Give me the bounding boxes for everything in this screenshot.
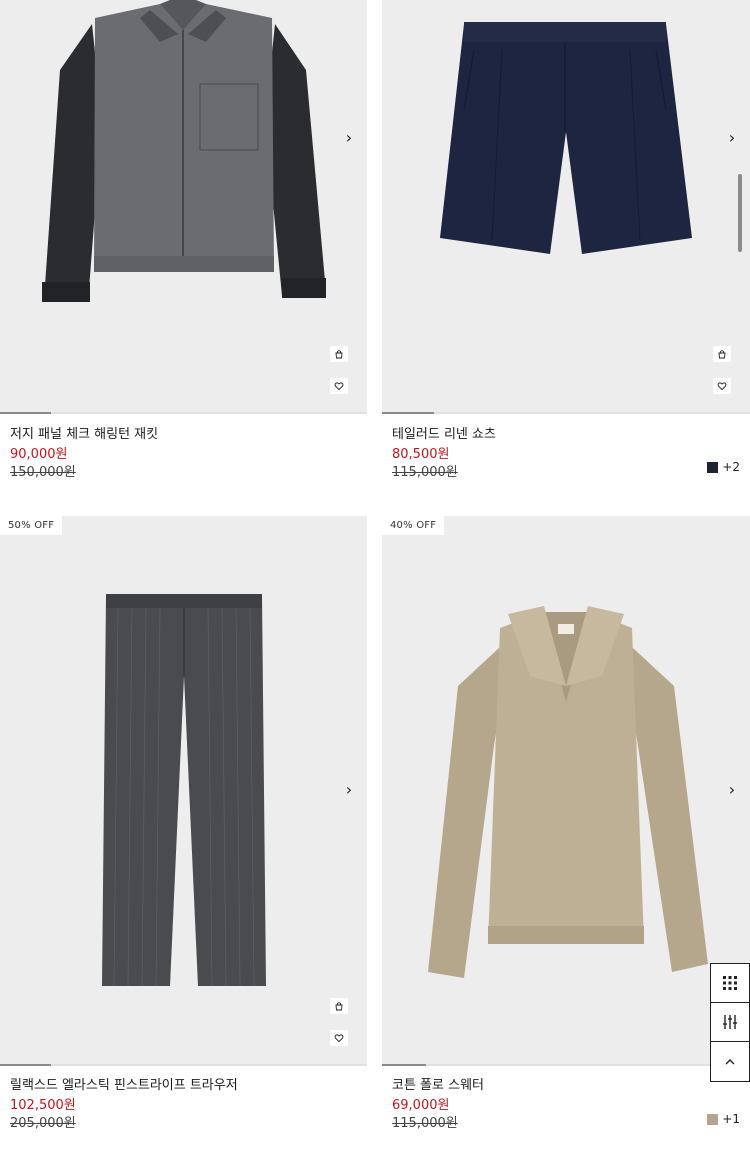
heart-icon: [334, 1034, 344, 1043]
product-image[interactable]: 40% OFF ›: [382, 516, 750, 1066]
filter-sliders-icon: [723, 1015, 737, 1029]
next-image-button[interactable]: ›: [341, 130, 357, 146]
image-progress-track: [382, 1064, 750, 1066]
sale-price: 102,500원: [10, 1098, 76, 1113]
jacket-image: [42, 0, 326, 302]
product-name[interactable]: 코튼 폴로 스웨터: [392, 1078, 484, 1094]
color-swatch[interactable]: [707, 461, 719, 473]
filter-button[interactable]: [711, 1003, 749, 1042]
product-image[interactable]: ›: [0, 0, 367, 414]
color-swatch[interactable]: [707, 1113, 719, 1125]
discount-badge: 50% OFF: [0, 516, 63, 535]
product-card[interactable]: › 저지 패널 체크 해링턴 재킷 90,000원 150,000원: [0, 0, 367, 490]
product-name[interactable]: 릴랙스드 엘라스틱 핀스트라이프 트라우저: [10, 1078, 238, 1094]
product-info: 릴랙스드 엘라스틱 핀스트라이프 트라우저 102,500원 205,000원: [10, 1078, 238, 1132]
product-image[interactable]: 50% OFF ›: [0, 516, 367, 1066]
wishlist-button[interactable]: [330, 1030, 348, 1046]
image-progress-fill: [382, 412, 434, 414]
heart-icon: [334, 382, 344, 391]
product-info: 코튼 폴로 스웨터 69,000원 115,000원: [392, 1078, 484, 1132]
trousers-image: [102, 594, 266, 987]
heart-icon: [717, 382, 727, 391]
original-price: 115,000원: [392, 465, 458, 480]
discount-badge: 40% OFF: [382, 516, 445, 535]
image-progress-fill: [382, 1064, 427, 1066]
next-image-button[interactable]: ›: [724, 130, 740, 146]
product-card[interactable]: 40% OFF › 코튼 폴로 스웨터 69,000원 115,000원 +1: [382, 516, 750, 1136]
original-price: 115,000원: [392, 1116, 458, 1131]
sale-price: 69,000원: [392, 1098, 450, 1113]
more-colors-count[interactable]: +2: [722, 460, 740, 474]
product-info: 테일러드 리넨 쇼츠 80,500원 115,000원: [392, 427, 496, 481]
sale-price: 90,000원: [10, 447, 68, 462]
product-name[interactable]: 테일러드 리넨 쇼츠: [392, 427, 496, 443]
wishlist-button[interactable]: [713, 378, 731, 394]
product-card[interactable]: › 테일러드 리넨 쇼츠 80,500원 115,000원 +2: [382, 0, 750, 490]
scroll-to-top-button[interactable]: [711, 1042, 749, 1081]
grid-view-icon: [723, 976, 737, 990]
next-image-button[interactable]: ›: [724, 782, 740, 798]
image-progress-fill: [0, 1064, 52, 1066]
grid-view-button[interactable]: [711, 964, 749, 1003]
add-to-cart-button[interactable]: [330, 998, 348, 1014]
sale-price: 80,500원: [392, 447, 450, 462]
image-progress-track: [382, 412, 750, 414]
more-colors-count[interactable]: +1: [722, 1112, 740, 1126]
color-swatches[interactable]: +2: [707, 460, 740, 474]
sweater-image: [428, 606, 708, 978]
image-progress-fill: [0, 412, 52, 414]
image-progress-track: [0, 412, 367, 414]
original-price: 205,000원: [10, 1116, 76, 1131]
shorts-image: [440, 22, 692, 254]
shopping-bag-icon: [335, 1002, 343, 1011]
chevron-up-icon: [725, 1058, 735, 1064]
scrollbar-thumb[interactable]: [738, 174, 742, 252]
add-to-cart-button[interactable]: [330, 346, 348, 362]
image-progress-track: [0, 1064, 367, 1066]
product-image[interactable]: ›: [382, 0, 750, 414]
add-to-cart-button[interactable]: [713, 346, 731, 362]
color-swatches[interactable]: +1: [707, 1112, 740, 1126]
product-card[interactable]: 50% OFF › 릴랙스드 엘라스틱 핀스트라이프 트라우저 102,500원…: [0, 516, 367, 1136]
shopping-bag-icon: [718, 350, 726, 359]
product-info: 저지 패널 체크 해링턴 재킷 90,000원 150,000원: [10, 427, 158, 481]
product-name[interactable]: 저지 패널 체크 해링턴 재킷: [10, 427, 158, 443]
shopping-bag-icon: [335, 350, 343, 359]
wishlist-button[interactable]: [330, 378, 348, 394]
floating-toolbar: [710, 963, 750, 1082]
original-price: 150,000원: [10, 465, 76, 480]
next-image-button[interactable]: ›: [341, 782, 357, 798]
